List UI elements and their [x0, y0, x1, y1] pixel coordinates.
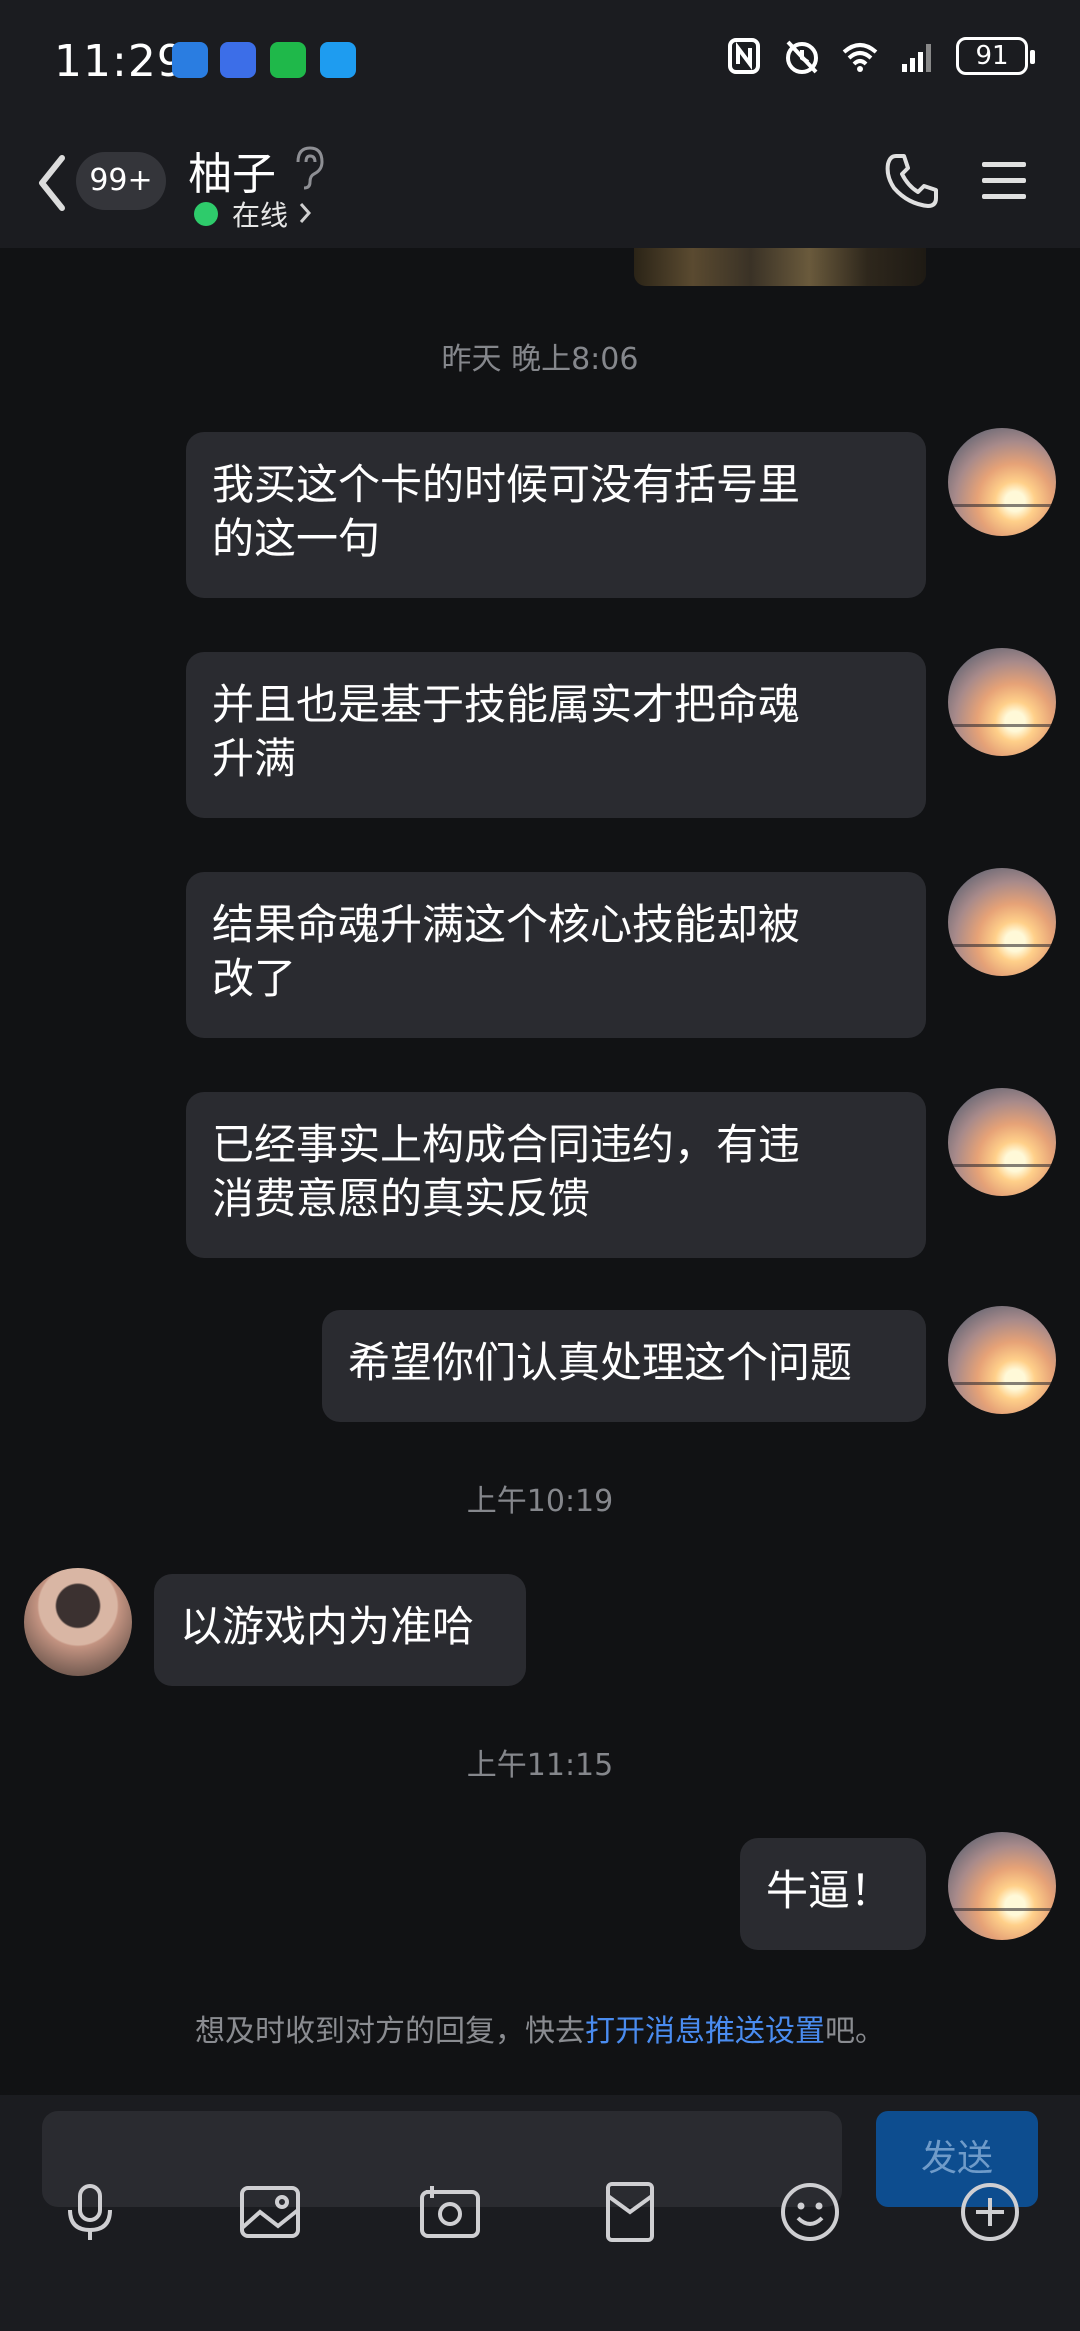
app-notification-icon: [172, 42, 208, 78]
camera-icon[interactable]: [418, 2180, 482, 2244]
avatar[interactable]: [948, 648, 1056, 756]
message-line: 结果命魂升满这个核心技能却被: [212, 900, 801, 949]
chevron-right-icon: [299, 203, 312, 223]
message-line: 改了: [212, 954, 297, 1003]
avatar[interactable]: [948, 1832, 1056, 1940]
avatar[interactable]: [948, 1088, 1056, 1196]
chat-header: 99+ 柚子 在线: [0, 122, 1080, 248]
message-icon: [320, 42, 356, 78]
contact-name[interactable]: 柚子: [188, 138, 276, 202]
message-bubble-sent[interactable]: 牛逼！: [740, 1838, 926, 1950]
message-line: 并且也是基于技能属实才把命魂: [212, 680, 801, 729]
online-status-label[interactable]: 在线: [232, 194, 288, 234]
plus-icon[interactable]: [958, 2180, 1022, 2244]
phone-icon[interactable]: [882, 150, 940, 210]
status-time: 11:29: [54, 36, 186, 87]
ear-icon: [296, 146, 324, 190]
message-bubble-sent[interactable]: 我买这个卡的时候可没有括号里 的这一句: [186, 432, 926, 598]
message-line: 已经事实上构成合同违约，有违: [212, 1120, 801, 1169]
message-bubble-sent[interactable]: 希望你们认真处理这个问题: [322, 1310, 926, 1422]
message-bubble-sent[interactable]: 并且也是基于技能属实才把命魂 升满: [186, 652, 926, 818]
timestamp: 昨天 晚上8:06: [441, 342, 639, 377]
timestamp: 上午10:19: [466, 1484, 614, 1519]
online-status-dot: [194, 202, 218, 226]
nfc-icon: [728, 38, 760, 74]
timestamp: 上午11:15: [466, 1748, 614, 1783]
message-line: 升满: [212, 734, 297, 783]
mic-icon[interactable]: [58, 2180, 122, 2244]
message-line: 以游戏内为准哈: [180, 1602, 475, 1651]
wifi-icon: [842, 43, 878, 72]
status-bar: 11:29 91: [0, 0, 1080, 122]
message-line: 牛逼！: [766, 1866, 893, 1915]
menu-icon[interactable]: [980, 158, 1028, 202]
avatar[interactable]: [948, 868, 1056, 976]
message-bubble-sent[interactable]: 已经事实上构成合同违约，有违 消费意愿的真实反馈: [186, 1092, 926, 1258]
app-notification-icon: [220, 42, 256, 78]
message-line: 的这一句: [212, 514, 381, 563]
message-line: 我买这个卡的时候可没有括号里: [212, 460, 801, 509]
wechat-icon: [270, 42, 306, 78]
image-icon[interactable]: [238, 2180, 302, 2244]
emoji-icon[interactable]: [778, 2180, 842, 2244]
alarm-off-icon: [786, 40, 818, 74]
unread-badge[interactable]: 99+: [76, 152, 166, 210]
message-line: 消费意愿的真实反馈: [212, 1174, 591, 1223]
avatar[interactable]: [948, 1306, 1056, 1414]
notice-suffix: 吧。: [825, 2014, 885, 2049]
push-settings-notice: 想及时收到对方的回复，快去打开消息推送设置吧。: [0, 2006, 1080, 2050]
red-packet-icon[interactable]: [598, 2180, 662, 2244]
input-bar: 发送: [0, 2095, 1080, 2331]
avatar[interactable]: [948, 428, 1056, 536]
message-line: 希望你们认真处理这个问题: [348, 1338, 853, 1387]
peer-avatar[interactable]: [24, 1568, 132, 1676]
open-push-settings-link[interactable]: 打开消息推送设置: [585, 2014, 825, 2049]
battery-indicator: 91: [956, 37, 1035, 75]
message-bubble-received[interactable]: 以游戏内为准哈: [154, 1574, 526, 1686]
notice-prefix: 想及时收到对方的回复，快去: [195, 2014, 585, 2049]
signal-icon: [902, 44, 931, 72]
back-arrow-icon[interactable]: [30, 148, 74, 218]
message-bubble-sent[interactable]: 结果命魂升满这个核心技能却被 改了: [186, 872, 926, 1038]
